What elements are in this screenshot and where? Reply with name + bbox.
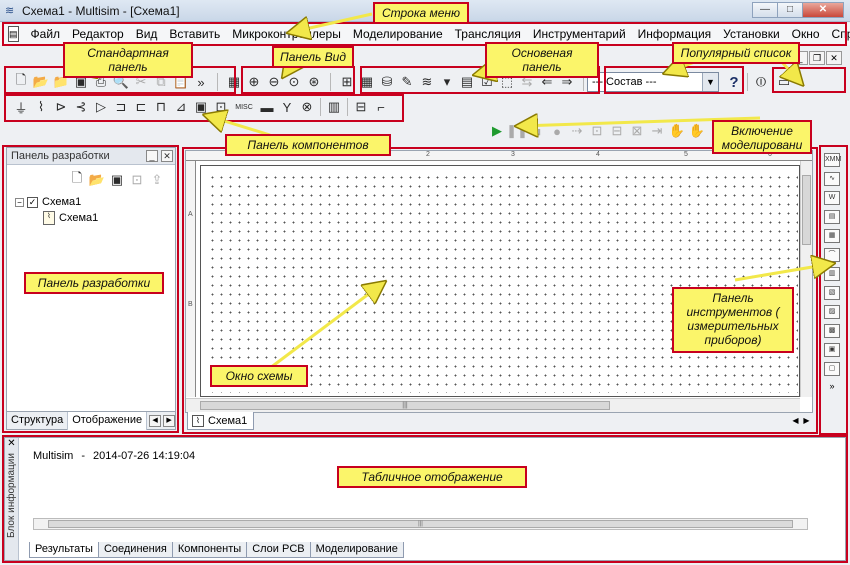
callout-main-panel: Основеная панель [485,42,599,78]
components-panel-highlight [4,94,404,122]
in-use-list-highlight [604,66,744,94]
mdi-close-button[interactable]: ✕ [826,51,842,65]
callout-components-panel: Панель компонентов [225,134,391,156]
callout-schematic-window: Окно схемы [210,365,308,387]
probe-icon[interactable]: ● [548,122,566,140]
stop-icon[interactable]: ■ [528,122,546,140]
callout-instruments-panel: Панель инструментов ( измерительных приб… [672,287,794,353]
simulation-toolbar: ▶ ❚❚ ■ ● ⇢ ⊡ ⊟ ⊠ ⇥ ✋ ✋ [487,118,707,144]
simulation-switch-highlight [772,67,846,93]
run-to-cursor-icon[interactable]: ⇥ [648,122,666,140]
simulate-toggle-icon[interactable]: ⏼ [752,73,770,91]
spreadsheet-highlight [2,435,848,563]
view-panel-highlight [241,66,355,94]
run-icon[interactable]: ▶ [488,122,506,140]
multisim-window: ≋ Схема1 - Multisim - [Схема1] — □ ✕ ▤ Ф… [0,0,850,565]
callout-spreadsheet-view: Табличное отображение [337,466,527,488]
step-over-icon[interactable]: ⊡ [588,122,606,140]
instruments-highlight [819,145,848,435]
mdi-restore-button[interactable]: ❐ [809,51,825,65]
toolbar-separator [747,73,748,91]
callout-simulation-switch: Включение моделировани [712,120,812,154]
multisim-logo-icon: ≋ [5,5,15,17]
step-into-icon[interactable]: ⊟ [608,122,626,140]
breakpoint-icon[interactable]: ✋ [668,122,686,140]
close-button[interactable]: ✕ [802,2,844,18]
callout-menu-bar: Строка меню [373,2,469,24]
window-title: Схема1 - Multisim - [Схема1] [22,4,180,18]
pause-icon[interactable]: ❚❚ [506,122,528,140]
callout-design-panel: Панель разработки [24,272,164,294]
callout-in-use-list: Популярный список [672,42,800,64]
minimize-button[interactable]: — [752,2,778,18]
step-icon[interactable]: ⇢ [568,122,586,140]
step-out-icon[interactable]: ⊠ [628,122,646,140]
maximize-button[interactable]: □ [777,2,803,18]
callout-standard-panel: Стандартная панель [63,42,193,78]
remove-breakpoints-icon[interactable]: ✋ [688,122,706,140]
callout-view-panel: Панель Вид [272,46,354,68]
window-controls: — □ ✕ [752,2,844,18]
